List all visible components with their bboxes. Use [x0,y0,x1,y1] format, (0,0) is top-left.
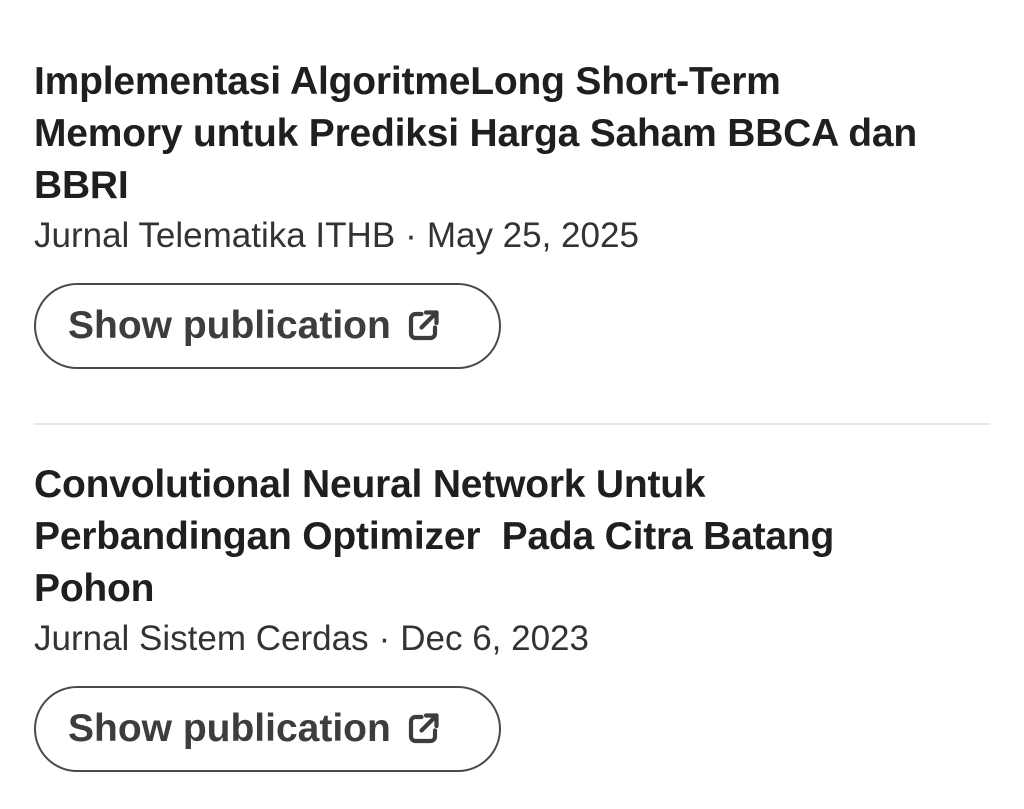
publication-journal: Jurnal Sistem Cerdas [34,619,369,658]
show-publication-label: Show publication [68,707,391,750]
publication-title[interactable]: Implementasi AlgoritmeLong Short-Term Me… [34,56,934,212]
publication-date: Dec 6, 2023 [400,619,589,658]
show-publication-label: Show publication [68,304,391,347]
publication-date: May 25, 2025 [426,216,639,255]
external-link-icon [408,713,439,744]
publication-item: Implementasi AlgoritmeLong Short-Term Me… [34,56,990,369]
meta-separator: · [378,619,391,658]
divider [34,423,990,425]
publication-journal: Jurnal Telematika ITHB [34,216,396,255]
publication-meta: Jurnal Telematika ITHB · May 25, 2025 [34,214,990,258]
publication-list: Implementasi AlgoritmeLong Short-Term Me… [34,56,990,772]
show-publication-button[interactable]: Show publication [34,686,501,772]
show-publication-button[interactable]: Show publication [34,283,501,369]
publication-meta: Jurnal Sistem Cerdas · Dec 6, 2023 [34,617,990,661]
publication-item: Convolutional Neural Network Untuk Perba… [34,459,990,772]
publication-title[interactable]: Convolutional Neural Network Untuk Perba… [34,459,934,615]
external-link-icon [408,310,439,341]
meta-separator: · [405,216,417,255]
